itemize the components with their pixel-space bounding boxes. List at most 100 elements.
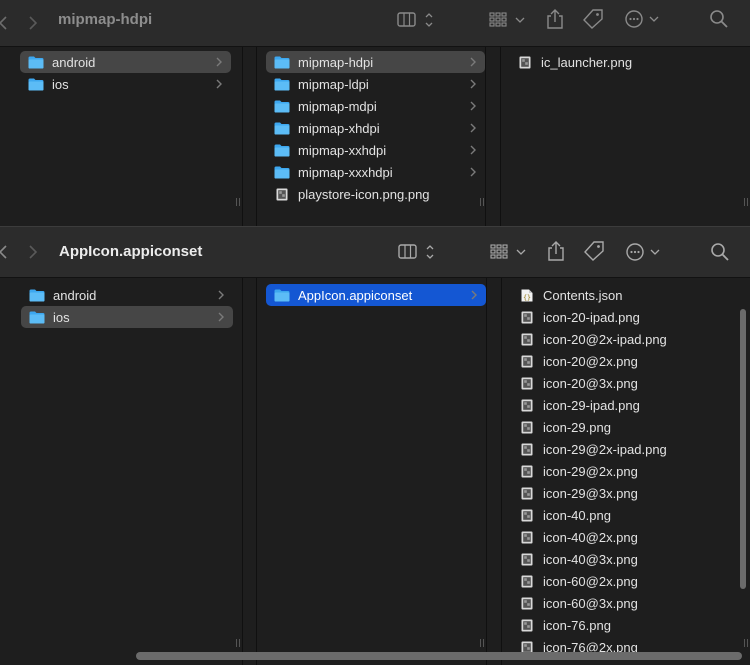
back-button[interactable]: [0, 14, 8, 32]
chevron-right-icon: [218, 290, 224, 300]
forward-button[interactable]: [28, 14, 38, 32]
file-item[interactable]: {} Contents.json: [511, 284, 741, 306]
grid-view-icon: [490, 244, 526, 259]
chevron-left-icon: [0, 16, 7, 30]
image-file-icon: [521, 311, 533, 323]
file-item[interactable]: icon-60@3x.png: [511, 592, 741, 614]
item-label: ios: [52, 76, 69, 92]
list-item[interactable]: mipmap-xxhdpi: [266, 139, 485, 161]
view-mode-button[interactable]: [396, 10, 436, 30]
horizontal-scrollbar[interactable]: [136, 652, 742, 660]
share-button[interactable]: [546, 239, 566, 263]
file-item[interactable]: icon-20@3x.png: [511, 372, 741, 394]
sidebar-item[interactable]: ios: [20, 73, 231, 95]
chevron-right-icon: [29, 16, 37, 30]
column-resize-handle[interactable]: [743, 194, 749, 206]
file-item[interactable]: icon-29@2x-ipad.png: [511, 438, 741, 460]
chevron-right-icon: [216, 57, 222, 67]
chevron-right-icon: [470, 101, 476, 111]
view-mode-button[interactable]: [397, 242, 437, 262]
image-file-icon: [276, 188, 288, 200]
column-resize-handle[interactable]: [235, 635, 241, 647]
file-item[interactable]: icon-29-ipad.png: [511, 394, 741, 416]
sidebar-item[interactable]: android: [21, 284, 233, 306]
image-file-icon: [521, 531, 533, 543]
middle-column: AppIcon.appiconset: [257, 278, 486, 665]
group-button[interactable]: [489, 242, 531, 262]
item-label: icon-29-ipad.png: [543, 397, 640, 413]
sidebar-item[interactable]: ios: [21, 306, 233, 328]
file-item[interactable]: icon-20-ipad.png: [511, 306, 741, 328]
item-label: icon-29.png: [543, 419, 611, 435]
file-item[interactable]: icon-29@3x.png: [511, 482, 741, 504]
column-resize-handle[interactable]: [235, 194, 241, 206]
file-item[interactable]: icon-76.png: [511, 614, 741, 636]
ellipsis-circle-icon: [625, 10, 659, 28]
file-item[interactable]: icon-60@2x.png: [511, 570, 741, 592]
finder-window-appiconset: AppIcon.appiconset android ios AppIcon.a…: [0, 226, 750, 665]
list-item[interactable]: mipmap-xxxhdpi: [266, 161, 485, 183]
image-file-icon: [521, 333, 533, 345]
vertical-scrollbar[interactable]: [740, 309, 746, 589]
image-file-icon: [521, 597, 533, 609]
item-label: mipmap-xxxhdpi: [298, 164, 393, 180]
image-file-icon: [521, 399, 533, 411]
item-label: icon-20@2x-ipad.png: [543, 331, 667, 347]
item-label: icon-29@2x-ipad.png: [543, 441, 667, 457]
item-label: Contents.json: [543, 287, 623, 303]
item-label: mipmap-xxhdpi: [298, 142, 387, 158]
share-icon: [548, 241, 564, 261]
tag-icon: [584, 241, 604, 261]
toolbar: mipmap-hdpi: [0, 0, 750, 47]
sidebar-item[interactable]: android: [20, 51, 231, 73]
chevron-right-icon: [29, 245, 37, 259]
back-button[interactable]: [0, 243, 8, 261]
file-item[interactable]: ic_launcher.png: [509, 51, 739, 73]
more-button[interactable]: [624, 242, 662, 262]
tag-button[interactable]: [583, 240, 605, 262]
column-resize-handle[interactable]: [743, 635, 749, 647]
folder-icon: [274, 78, 290, 90]
file-item[interactable]: icon-40@3x.png: [511, 548, 741, 570]
item-label: ios: [53, 309, 70, 325]
file-item[interactable]: icon-29@2x.png: [511, 460, 741, 482]
share-button[interactable]: [545, 7, 565, 31]
file-item[interactable]: icon-40@2x.png: [511, 526, 741, 548]
image-file-icon: [521, 355, 533, 367]
item-label: AppIcon.appiconset: [298, 287, 413, 303]
list-item[interactable]: playstore-icon.png.png: [266, 183, 485, 205]
more-button[interactable]: [623, 9, 661, 29]
item-label: ic_launcher.png: [541, 54, 633, 70]
file-item[interactable]: icon-20@2x.png: [511, 350, 741, 372]
item-label: playstore-icon.png.png: [298, 186, 430, 202]
sidebar-column: android ios: [0, 47, 242, 226]
search-button[interactable]: [710, 242, 730, 262]
group-button[interactable]: [488, 10, 530, 30]
finder-window-mipmap: mipmap-hdpi android ios mipmap-hdpi mipm…: [0, 0, 750, 226]
window-title: mipmap-hdpi: [58, 11, 153, 28]
item-label: icon-60@3x.png: [543, 595, 638, 611]
item-label: icon-60@2x.png: [543, 573, 638, 589]
item-label: icon-20@3x.png: [543, 375, 638, 391]
list-item[interactable]: mipmap-hdpi: [266, 51, 485, 73]
file-item[interactable]: icon-40.png: [511, 504, 741, 526]
file-item[interactable]: icon-29.png: [511, 416, 741, 438]
chevron-right-icon: [470, 167, 476, 177]
image-file-icon: [521, 465, 533, 477]
column-resize-handle[interactable]: [479, 635, 485, 647]
sidebar-column: android ios: [0, 278, 242, 665]
file-item[interactable]: icon-20@2x-ipad.png: [511, 328, 741, 350]
tag-button[interactable]: [582, 8, 604, 30]
list-item[interactable]: mipmap-ldpi: [266, 73, 485, 95]
item-label: icon-40@2x.png: [543, 529, 638, 545]
list-item[interactable]: mipmap-xhdpi: [266, 117, 485, 139]
forward-button[interactable]: [28, 243, 38, 261]
image-file-icon: [521, 443, 533, 455]
list-item[interactable]: mipmap-mdpi: [266, 95, 485, 117]
chevron-right-icon: [470, 57, 476, 67]
search-button[interactable]: [709, 9, 729, 29]
folder-icon: [28, 78, 44, 90]
list-item[interactable]: AppIcon.appiconset: [266, 284, 486, 306]
column-resize-handle[interactable]: [479, 194, 485, 206]
chevron-right-icon: [471, 290, 477, 300]
